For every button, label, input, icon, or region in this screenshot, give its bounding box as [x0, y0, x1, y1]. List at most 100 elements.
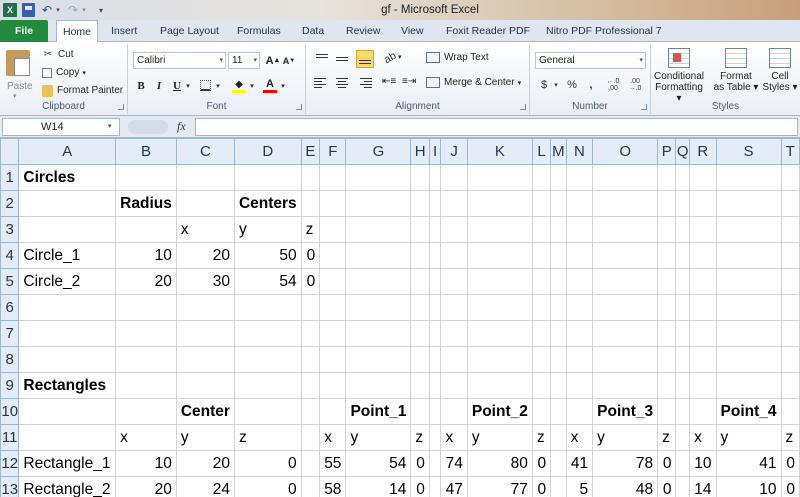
select-all-corner[interactable] [0, 138, 20, 165]
cell-i9[interactable] [428, 372, 442, 399]
cell-d7[interactable] [233, 320, 302, 347]
cell-h7[interactable] [410, 320, 430, 347]
cell-b3[interactable] [115, 216, 177, 243]
cell-t2[interactable] [780, 190, 800, 217]
cell-q1[interactable] [675, 164, 691, 191]
cell-k13[interactable]: 77 [466, 476, 533, 497]
cell-m1[interactable] [550, 164, 567, 191]
cell-t5[interactable] [780, 268, 800, 295]
cell-h1[interactable] [410, 164, 430, 191]
cell-s11[interactable]: y [715, 424, 782, 451]
tab-data[interactable]: Data [302, 20, 324, 42]
cell-r4[interactable] [689, 242, 717, 269]
cell-l6[interactable] [531, 294, 552, 321]
cell-m12[interactable] [550, 450, 567, 477]
cell-m3[interactable] [550, 216, 567, 243]
cut-button[interactable]: ✂ Cut [42, 47, 74, 62]
cell-p6[interactable] [657, 294, 677, 321]
cell-c1[interactable] [175, 164, 235, 191]
copy-dropdown-icon[interactable]: ▾ [82, 69, 86, 77]
cell-b2[interactable]: Radius [115, 190, 177, 217]
merge-center-button[interactable]: Merge & Center ▾ [426, 77, 521, 88]
cell-h4[interactable] [410, 242, 430, 269]
cell-q4[interactable] [675, 242, 691, 269]
cell-a2[interactable] [18, 190, 117, 217]
alignment-launcher-icon[interactable] [520, 104, 526, 110]
row-header-6[interactable]: 6 [0, 294, 20, 321]
cell-b9[interactable] [115, 372, 177, 399]
cell-r2[interactable] [689, 190, 717, 217]
cell-l7[interactable] [531, 320, 552, 347]
conditional-formatting-button[interactable]: Conditional Formatting ▾ [653, 46, 705, 104]
row-header-5[interactable]: 5 [0, 268, 20, 295]
cell-r8[interactable] [689, 346, 717, 373]
cell-o4[interactable] [592, 242, 659, 269]
cell-o11[interactable]: y [592, 424, 659, 451]
cell-j13[interactable]: 47 [440, 476, 468, 497]
formula-input[interactable] [195, 118, 798, 136]
cell-d5[interactable]: 54 [233, 268, 302, 295]
cell-a7[interactable] [18, 320, 117, 347]
row-header-3[interactable]: 3 [0, 216, 20, 243]
cell-q7[interactable] [675, 320, 691, 347]
tab-foxit-reader-pdf[interactable]: Foxit Reader PDF [446, 20, 530, 42]
cell-l3[interactable] [531, 216, 552, 243]
cell-f2[interactable] [319, 190, 347, 217]
cell-m8[interactable] [550, 346, 567, 373]
cell-r10[interactable] [689, 398, 717, 425]
paste-dropdown-icon[interactable]: ▾ [13, 92, 17, 100]
cell-o13[interactable]: 48 [592, 476, 659, 497]
cell-a11[interactable] [18, 424, 117, 451]
cell-t13[interactable]: 0 [780, 476, 800, 497]
cell-q5[interactable] [675, 268, 691, 295]
cell-g13[interactable]: 14 [345, 476, 412, 497]
cell-e1[interactable] [300, 164, 321, 191]
row-header-4[interactable]: 4 [0, 242, 20, 269]
cell-d12[interactable]: 0 [233, 450, 302, 477]
shrink-font-button[interactable]: A ▼ [282, 52, 296, 69]
cell-q6[interactable] [675, 294, 691, 321]
tab-page-layout[interactable]: Page Layout [160, 20, 219, 42]
column-header-d[interactable]: D [233, 138, 302, 165]
cell-h11[interactable]: z [410, 424, 430, 451]
row-header-2[interactable]: 2 [0, 190, 20, 217]
underline-dropdown-icon[interactable]: ▾ [184, 77, 192, 94]
cell-k10[interactable]: Point_2 [466, 398, 533, 425]
cell-g2[interactable] [345, 190, 412, 217]
cell-i2[interactable] [428, 190, 442, 217]
spreadsheet-grid[interactable]: ABCDEFGHIJKLMNOPQRST 1 Circles 2 Radius Cent… [0, 138, 800, 497]
cell-m11[interactable] [550, 424, 567, 451]
cell-s10[interactable]: Point_4 [715, 398, 782, 425]
clipboard-launcher-icon[interactable] [118, 104, 124, 110]
cell-n9[interactable] [565, 372, 594, 399]
cell-s13[interactable]: 10 [715, 476, 782, 497]
cell-b6[interactable] [115, 294, 177, 321]
cell-c10[interactable]: Center [175, 398, 235, 425]
cell-o6[interactable] [592, 294, 659, 321]
cell-a9[interactable]: Rectangles [18, 372, 117, 399]
cell-n4[interactable] [565, 242, 594, 269]
cell-c5[interactable]: 30 [175, 268, 235, 295]
cell-j2[interactable] [440, 190, 468, 217]
italic-button[interactable]: I [152, 77, 166, 94]
cell-r5[interactable] [689, 268, 717, 295]
cell-l9[interactable] [531, 372, 552, 399]
cell-l4[interactable] [531, 242, 552, 269]
cell-g3[interactable] [345, 216, 412, 243]
cell-e7[interactable] [300, 320, 321, 347]
column-header-h[interactable]: H [410, 138, 430, 165]
cell-s9[interactable] [715, 372, 782, 399]
cell-e13[interactable] [300, 476, 321, 497]
cell-c4[interactable]: 20 [175, 242, 235, 269]
cell-a4[interactable]: Circle_1 [18, 242, 117, 269]
currency-dropdown-icon[interactable]: ▾ [552, 77, 560, 93]
row-header-1[interactable]: 1 [0, 164, 20, 191]
comma-style-button[interactable]: , [584, 77, 598, 93]
cell-p9[interactable] [657, 372, 677, 399]
column-header-g[interactable]: G [345, 138, 412, 165]
cell-b7[interactable] [115, 320, 177, 347]
wrap-text-button[interactable]: Wrap Text [426, 52, 489, 63]
column-header-j[interactable]: J [440, 138, 468, 165]
cell-f8[interactable] [319, 346, 347, 373]
underline-button[interactable]: U [170, 77, 184, 94]
